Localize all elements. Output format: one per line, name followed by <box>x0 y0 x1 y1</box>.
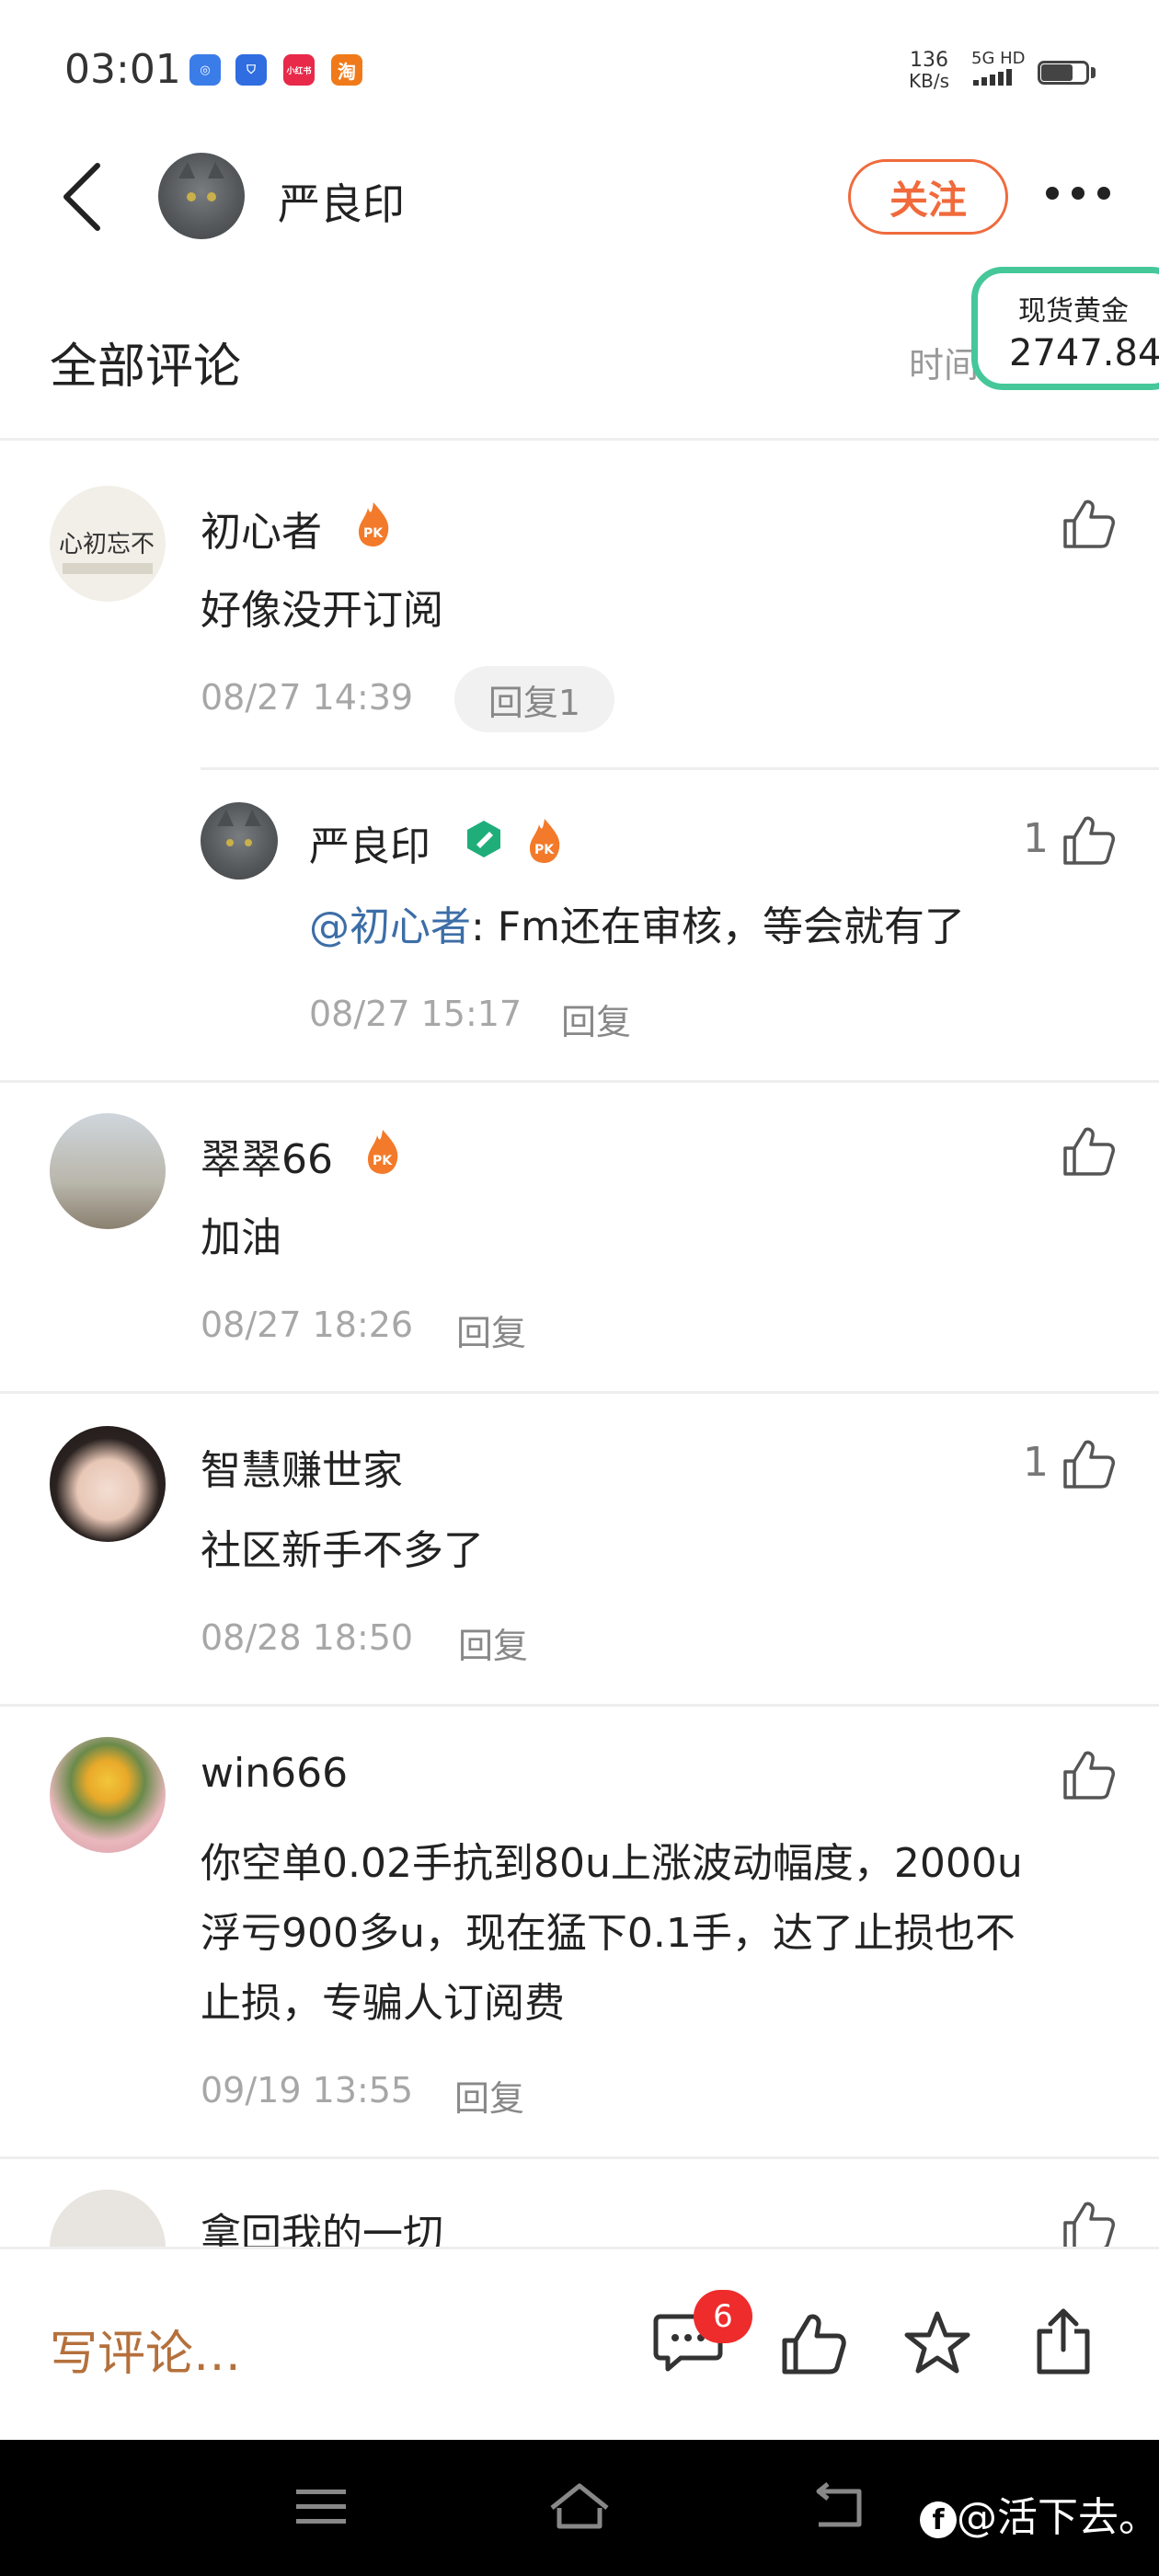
back-icon[interactable] <box>55 156 110 239</box>
status-time: 03:01 <box>64 46 181 93</box>
app-red-icon: 小红书 <box>283 54 315 86</box>
app-shield-icon: ⛉ <box>235 54 267 86</box>
net-speed-unit: KB/s <box>909 70 949 92</box>
svg-text:PK: PK <box>363 526 384 541</box>
back-nav-icon[interactable] <box>808 2482 865 2530</box>
watermark: f @活下去。 <box>920 2484 1159 2543</box>
reply-button[interactable]: 回复 <box>454 2070 524 2121</box>
comment-divider <box>0 2156 1159 2159</box>
comment-time: 09/19 13:55 <box>201 2070 414 2110</box>
comment-line-1: 你空单0.02手抗到80u上涨波动幅度，2000u <box>201 1840 1023 1887</box>
like-icon[interactable] <box>1061 813 1115 867</box>
comment-username[interactable]: 初心者 <box>201 499 322 558</box>
pk-badge-icon: PK <box>368 1130 398 1174</box>
pk-badge-icon: PK <box>359 502 389 546</box>
reply-text: @初心者: Fm还在审核，等会就有了 <box>309 892 965 962</box>
write-comment-input[interactable]: 写评论… <box>50 2315 241 2384</box>
gold-price-widget[interactable]: 现货黄金 2747.84 <box>971 267 1159 390</box>
reply-username[interactable]: 严良印 <box>309 813 430 872</box>
gold-price: 2747.84 <box>1009 332 1159 374</box>
network-label: 5G HD <box>971 49 1026 68</box>
section-title: 全部评论 <box>50 339 242 395</box>
comment-line-2: 浮亏900多u，现在猛下0.1手，达了止损也不 <box>201 1910 1016 1957</box>
net-speed-value: 136 <box>910 49 948 72</box>
comment-time: 08/27 14:39 <box>201 677 414 718</box>
like-icon[interactable] <box>1061 2199 1115 2252</box>
star-icon[interactable] <box>903 2309 971 2377</box>
watermark-text: @活下去。 <box>957 2494 1159 2541</box>
comment-text: 社区新手不多了 <box>201 1527 484 1574</box>
gold-title: 现货黄金 <box>1018 295 1129 328</box>
reply-divider <box>201 767 1159 770</box>
reply-button[interactable]: 回复 <box>561 994 631 1044</box>
comment-time: 08/27 18:26 <box>201 1305 414 1345</box>
home-icon[interactable] <box>546 2480 613 2532</box>
share-icon[interactable] <box>1032 2306 1095 2377</box>
reply-button[interactable]: 回复 <box>458 1617 528 1668</box>
comment-divider <box>0 1391 1159 1394</box>
like-icon[interactable] <box>1061 1437 1115 1490</box>
pk-badge-icon: PK <box>530 819 560 863</box>
net-speed: 136 KB/s <box>909 49 949 92</box>
reply-count-button[interactable]: 回复1 <box>454 666 614 732</box>
avatar[interactable] <box>201 802 278 880</box>
author-name[interactable]: 严良印 <box>278 171 405 232</box>
app-blue-icon: ◎ <box>189 54 221 86</box>
comment-text: 好像没开订阅 <box>201 587 443 634</box>
comment-text: 加油 <box>201 1214 281 1261</box>
menu-icon[interactable] <box>294 2486 348 2528</box>
comment-username[interactable]: win666 <box>201 1750 348 1797</box>
app-taobao-icon: 淘 <box>331 54 362 86</box>
author-avatar[interactable] <box>158 153 245 239</box>
verified-icon <box>467 821 500 857</box>
svg-text:PK: PK <box>534 843 555 857</box>
network-indicator: 5G HD <box>971 49 1027 91</box>
comment-line-3: 止损，专骗人订阅费 <box>201 1980 565 2027</box>
signal-icon <box>973 69 1012 86</box>
avatar[interactable] <box>50 1113 166 1229</box>
reply-body: : Fm还在审核，等会就有了 <box>471 903 965 950</box>
follow-button[interactable]: 关注 <box>848 159 1008 235</box>
comment-count-badge: 6 <box>694 2290 752 2343</box>
svg-text:心初忘不: 心初忘不 <box>59 531 155 558</box>
comment-username[interactable]: 翠翠66 <box>201 1126 333 1185</box>
mention-link[interactable]: @初心者 <box>309 903 471 950</box>
svg-text:PK: PK <box>373 1154 393 1168</box>
battery-level <box>1041 64 1073 81</box>
avatar[interactable] <box>50 1737 166 1853</box>
reply-button[interactable]: 回复 <box>456 1305 526 1355</box>
comment-username[interactable]: 智慧赚世家 <box>201 1437 403 1496</box>
facebook-icon: f <box>920 2501 957 2538</box>
comment-divider <box>0 1080 1159 1083</box>
more-icon[interactable] <box>1043 184 1113 202</box>
avatar[interactable]: 心初忘不 <box>50 486 166 602</box>
like-icon[interactable] <box>1061 1124 1115 1178</box>
comment-divider <box>0 1704 1159 1707</box>
like-count: 1 <box>1023 1439 1049 1486</box>
like-icon[interactable] <box>780 2311 846 2377</box>
like-icon[interactable] <box>1061 1748 1115 1801</box>
avatar[interactable] <box>50 1426 166 1542</box>
battery-tip <box>1091 67 1096 78</box>
like-icon[interactable] <box>1061 497 1115 550</box>
comment-time: 08/28 18:50 <box>201 1617 414 1658</box>
section-divider <box>0 438 1159 441</box>
like-count: 1 <box>1023 815 1049 862</box>
reply-time: 08/27 15:17 <box>309 994 522 1034</box>
